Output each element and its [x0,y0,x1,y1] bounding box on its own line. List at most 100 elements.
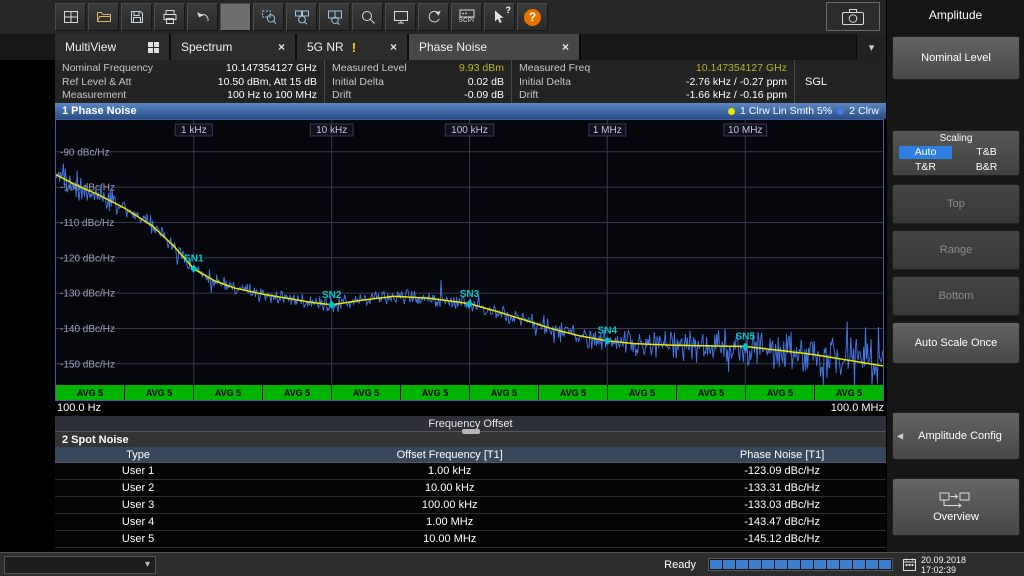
tab-spectrum[interactable]: Spectrum × [171,34,297,60]
help-icon: ? [524,9,541,26]
spot-noise-table: Type Offset Frequency [T1] Phase Noise [… [55,447,886,548]
scaling-label: Scaling [899,133,1013,145]
combo-caret-icon: ▾ [145,559,150,570]
close-tab-icon[interactable]: × [278,40,285,54]
phase-noise-plot[interactable]: -90 dBc/Hz-100 dBc/Hz-110 dBc/Hz-120 dBc… [56,120,883,385]
close-tab-icon[interactable]: × [562,40,569,54]
table-cell: 10.00 kHz [221,482,678,494]
softkey-panel: Amplitude Nominal Level Scaling Auto T&B… [886,0,1024,552]
range-softkey[interactable]: Range [892,230,1020,270]
splitter-handle[interactable] [462,429,480,434]
scaling-option-tr[interactable]: T&R [899,161,952,174]
window-layout-button[interactable] [55,3,86,31]
open-file-button[interactable] [88,3,119,31]
nominal-level-softkey[interactable]: Nominal Level [892,36,1020,80]
phase-noise-diagram[interactable]: -90 dBc/Hz-100 dBc/Hz-110 dBc/Hz-120 dBc… [55,119,884,401]
zoom-multiple-button[interactable] [286,3,317,31]
bottom-softkey[interactable]: Bottom [892,276,1020,316]
refresh-button[interactable] [418,3,449,31]
scaling-option-br[interactable]: B&R [960,161,1013,174]
table-cell: User 1 [55,465,221,477]
datetime: 20.09.2018 17:02:39 [921,555,966,575]
table-cell: User 5 [55,533,221,545]
tab-5g-nr[interactable]: 5G NR ! × [297,34,409,60]
amplitude-config-label: Amplitude Config [918,430,1002,442]
print-button[interactable] [154,3,185,31]
status-combo[interactable]: ▾ [4,556,156,574]
column-header-offset-frequency: Offset Frequency [T1] [221,449,678,461]
progress-segment [879,560,891,569]
avg-segment: AVG 5 [677,385,745,400]
status-time: 17:02:39 [921,565,966,575]
help-button[interactable]: ? [517,3,548,31]
progress-segment [736,560,748,569]
scpi-recorder-button[interactable]: SCPI [451,3,482,31]
svg-text:-140 dBc/Hz: -140 dBc/Hz [60,324,115,335]
table-cell: -133.03 dBc/Hz [678,499,886,511]
tab-phase-noise[interactable]: Phase Noise × [409,34,581,60]
display-frame-button[interactable] [385,3,416,31]
table-cell: -133.31 dBc/Hz [678,482,886,494]
window-title: 2 Spot Noise [62,434,129,446]
search-button[interactable] [352,3,383,31]
avg-segment: AVG 5 [539,385,607,400]
table-row[interactable]: User 3100.00 kHz-133.03 dBc/Hz [55,497,886,514]
avg-segment: AVG 5 [56,385,124,400]
redo-button[interactable] [220,3,251,31]
zoom-split-button[interactable] [319,3,350,31]
zoom-area-button[interactable] [253,3,284,31]
scaling-option-auto[interactable]: Auto [899,146,952,159]
tab-label: Spectrum [181,40,232,54]
progress-segment [866,560,878,569]
context-help-glyph: ? [506,5,512,15]
table-cell: 10.00 MHz [221,533,678,545]
tab-list-dropdown[interactable]: ▾ [856,34,886,60]
avg-segment: AVG 5 [125,385,193,400]
auto-scale-once-softkey[interactable]: Auto Scale Once [892,322,1020,364]
calendar-icon [903,558,916,571]
tab-multiview[interactable]: MultiView [55,34,171,60]
table-cell: -143.47 dBc/Hz [678,516,886,528]
avg-segment: AVG 5 [608,385,676,400]
table-row[interactable]: User 510.00 MHz-145.12 dBc/Hz [55,531,886,548]
svg-text:SN3: SN3 [460,289,480,300]
info-value: 9.93 dBm [459,62,504,74]
column-header-type: Type [55,449,221,461]
table-cell: 1.00 kHz [221,465,678,477]
x-axis-stop-label: 100.0 MHz [831,402,884,414]
tab-label: 5G NR [307,40,344,54]
table-cell: User 4 [55,516,221,528]
table-row[interactable]: User 210.00 kHz-133.31 dBc/Hz [55,480,886,497]
config-arrow-icon: ◀ [897,432,903,441]
overview-label: Overview [933,511,979,523]
save-button[interactable] [121,3,152,31]
context-help-button[interactable]: ? [484,3,515,31]
close-tab-icon[interactable]: × [390,40,397,54]
avg-segment: AVG 5 [746,385,814,400]
zoom-area-icon [260,8,278,26]
info-label: Ref Level & Att [62,76,131,88]
info-value: 0.02 dB [468,76,504,88]
amplitude-config-softkey[interactable]: ◀ Amplitude Config [892,412,1020,460]
svg-text:SN5: SN5 [735,332,755,343]
softkey-menu-title: Amplitude [887,0,1024,30]
info-value: 10.50 dBm, Att 15 dB [218,76,317,88]
zoom-multiple-icon [293,8,311,26]
undo-button[interactable] [187,3,218,31]
top-softkey[interactable]: Top [892,184,1020,224]
overview-softkey[interactable]: Overview [892,478,1020,536]
info-value: -0.09 dB [464,89,504,101]
scpi-label: SCPI [459,18,475,25]
progress-segment [827,560,839,569]
table-row[interactable]: User 41.00 MHz-143.47 dBc/Hz [55,514,886,531]
table-row[interactable]: User 11.00 kHz-123.09 dBc/Hz [55,463,886,480]
info-label: Nominal Frequency [62,62,153,74]
spot-noise-table-header: Type Offset Frequency [T1] Phase Noise [… [55,447,886,463]
avg-segment: AVG 5 [470,385,538,400]
progress-segment [788,560,800,569]
screenshot-button[interactable] [826,2,880,31]
scaling-option-tb[interactable]: T&B [960,146,1013,159]
info-value: 100 Hz to 100 MHz [227,89,317,101]
trace-legend: 1 Clrw Lin Smth 5% 2 Clrw [728,105,879,117]
print-icon [161,8,179,26]
